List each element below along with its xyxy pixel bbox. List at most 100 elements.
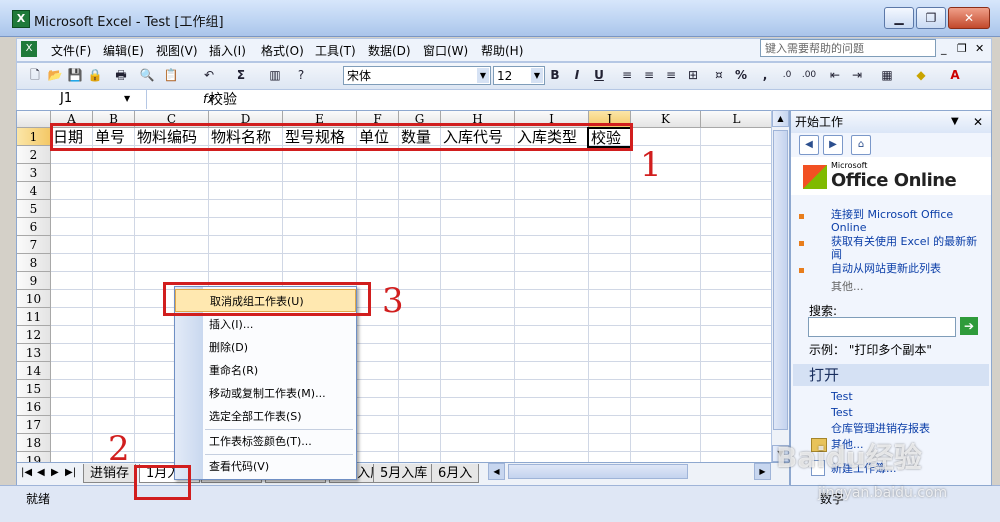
grid-cell[interactable] bbox=[515, 326, 589, 344]
grid-cell[interactable] bbox=[631, 362, 701, 380]
menu-tab-color[interactable]: 工作表标签颜色(T)... bbox=[175, 430, 356, 453]
grid-cell[interactable] bbox=[51, 200, 93, 218]
grid-cell[interactable] bbox=[357, 254, 399, 272]
grid-cell[interactable] bbox=[399, 218, 441, 236]
grid-cell[interactable] bbox=[701, 218, 773, 236]
grid-cell[interactable] bbox=[135, 200, 209, 218]
grid-cell[interactable] bbox=[357, 236, 399, 254]
grid-cell[interactable] bbox=[93, 380, 135, 398]
grid-cell[interactable] bbox=[515, 362, 589, 380]
grid-cell[interactable] bbox=[93, 164, 135, 182]
grid-cell[interactable] bbox=[357, 362, 399, 380]
font-size-select[interactable]: 12 ▼ bbox=[493, 66, 545, 85]
grid-cell[interactable] bbox=[51, 344, 93, 362]
italic-button[interactable]: I bbox=[569, 67, 585, 83]
menu-rename-sheet[interactable]: 重命名(R) bbox=[175, 359, 356, 382]
grid-cell[interactable] bbox=[209, 200, 283, 218]
paste-icon[interactable]: 📋 bbox=[163, 67, 179, 83]
grid-cell[interactable] bbox=[135, 164, 209, 182]
forward-icon[interactable]: ▶ bbox=[823, 135, 843, 155]
row-header[interactable]: 13 bbox=[17, 344, 51, 362]
menu-help[interactable]: 帮助(H) bbox=[481, 42, 523, 59]
grid-cell[interactable] bbox=[51, 326, 93, 344]
grid-cell[interactable] bbox=[589, 398, 631, 416]
home-icon[interactable]: ⌂ bbox=[851, 135, 871, 155]
grid-cell[interactable] bbox=[93, 290, 135, 308]
menu-insert[interactable]: 插入(I) bbox=[209, 42, 246, 59]
grid-cell[interactable] bbox=[357, 182, 399, 200]
grid-cell[interactable] bbox=[357, 326, 399, 344]
menu-select-all-sheets[interactable]: 选定全部工作表(S) bbox=[175, 405, 356, 428]
grid-cell[interactable] bbox=[135, 254, 209, 272]
row-header[interactable]: 12 bbox=[17, 326, 51, 344]
grid-cell[interactable] bbox=[399, 308, 441, 326]
vertical-scrollbar[interactable]: ▲ ▼ bbox=[771, 110, 789, 462]
grid-cell[interactable] bbox=[51, 254, 93, 272]
grid-cell[interactable] bbox=[51, 398, 93, 416]
grid-cell[interactable] bbox=[441, 308, 515, 326]
grid-cell[interactable] bbox=[631, 272, 701, 290]
grid-cell[interactable] bbox=[441, 236, 515, 254]
recent-file[interactable]: Test bbox=[831, 390, 853, 403]
help-icon[interactable]: ? bbox=[293, 67, 309, 83]
grid-cell[interactable] bbox=[209, 218, 283, 236]
grid-cell[interactable] bbox=[209, 164, 283, 182]
grid-cell[interactable] bbox=[51, 272, 93, 290]
grid-cell[interactable] bbox=[51, 290, 93, 308]
grid-cell[interactable] bbox=[515, 272, 589, 290]
grid-cell[interactable] bbox=[589, 362, 631, 380]
row-header[interactable]: 10 bbox=[17, 290, 51, 308]
grid-cell[interactable] bbox=[399, 164, 441, 182]
grid-cell[interactable] bbox=[589, 164, 631, 182]
grid-cell[interactable] bbox=[399, 380, 441, 398]
menu-insert-sheet[interactable]: 插入(I)... bbox=[175, 313, 356, 336]
grid-cell[interactable] bbox=[441, 326, 515, 344]
column-header[interactable]: L bbox=[701, 111, 773, 128]
font-color-icon[interactable]: A bbox=[947, 67, 963, 83]
grid-cell[interactable] bbox=[441, 362, 515, 380]
print-icon[interactable]: 🖶 bbox=[113, 67, 129, 83]
fill-color-icon[interactable]: ◆ bbox=[913, 67, 929, 83]
grid-cell[interactable] bbox=[701, 164, 773, 182]
row-header[interactable]: 11 bbox=[17, 308, 51, 326]
grid-cell[interactable] bbox=[441, 218, 515, 236]
grid-cell[interactable] bbox=[701, 416, 773, 434]
recent-file[interactable]: Test bbox=[831, 406, 853, 419]
scroll-up-icon[interactable]: ▲ bbox=[772, 110, 789, 127]
row-header[interactable]: 8 bbox=[17, 254, 51, 272]
grid-cell[interactable] bbox=[441, 380, 515, 398]
grid-cell[interactable] bbox=[701, 362, 773, 380]
grid-cell[interactable] bbox=[357, 218, 399, 236]
grid-cell[interactable] bbox=[631, 308, 701, 326]
align-center-icon[interactable]: ≡ bbox=[641, 67, 657, 83]
grid-cell[interactable] bbox=[93, 182, 135, 200]
grid-cell[interactable] bbox=[589, 326, 631, 344]
grid-cell[interactable] bbox=[399, 200, 441, 218]
horizontal-scrollbar[interactable]: ◀ ▶ bbox=[488, 463, 788, 480]
menu-file[interactable]: 文件(F) bbox=[51, 42, 91, 59]
row-header[interactable]: 4 bbox=[17, 182, 51, 200]
grid-cell[interactable] bbox=[701, 344, 773, 362]
link-latest-news[interactable]: 获取有关使用 Excel 的最新新闻 bbox=[831, 235, 981, 261]
search-go-icon[interactable]: ➔ bbox=[960, 317, 978, 335]
link-auto-update[interactable]: 自动从网站更新此列表 bbox=[831, 262, 981, 275]
grid-cell[interactable] bbox=[399, 344, 441, 362]
menu-move-copy-sheet[interactable]: 移动或复制工作表(M)... bbox=[175, 382, 356, 405]
row-header[interactable]: 3 bbox=[17, 164, 51, 182]
grid-cell[interactable] bbox=[441, 290, 515, 308]
align-left-icon[interactable]: ≡ bbox=[619, 67, 635, 83]
close-icon[interactable]: ✕ bbox=[973, 111, 983, 133]
grid-cell[interactable] bbox=[515, 398, 589, 416]
grid-cell[interactable] bbox=[357, 380, 399, 398]
grid-cell[interactable] bbox=[515, 290, 589, 308]
sheet-tab[interactable]: 5月入库 bbox=[373, 464, 435, 483]
grid-cell[interactable] bbox=[589, 344, 631, 362]
grid-cell[interactable] bbox=[51, 416, 93, 434]
menu-view-code[interactable]: 查看代码(V) bbox=[175, 455, 356, 478]
grid-cell[interactable] bbox=[701, 308, 773, 326]
row-header[interactable]: 7 bbox=[17, 236, 51, 254]
grid-cell[interactable] bbox=[515, 254, 589, 272]
grid-cell[interactable] bbox=[441, 344, 515, 362]
grid-cell[interactable] bbox=[441, 254, 515, 272]
workbook-icon[interactable]: X bbox=[21, 41, 37, 57]
